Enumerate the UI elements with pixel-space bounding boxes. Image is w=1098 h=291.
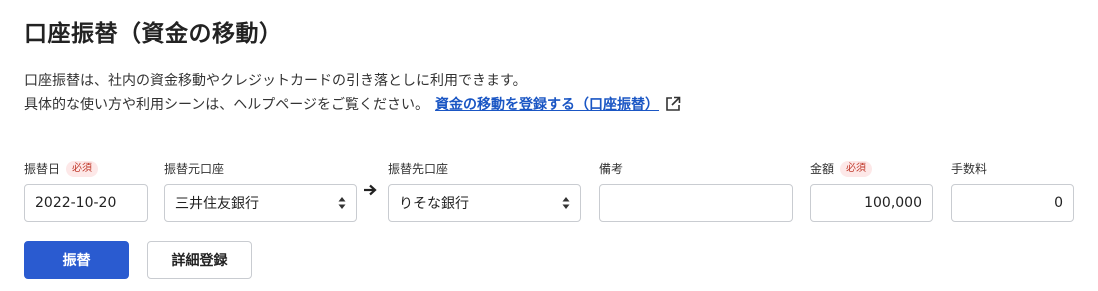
detail-register-button[interactable]: 詳細登録 [147, 241, 252, 279]
date-required-badge: 必須 [66, 160, 99, 177]
date-value: 2022-10-20 [35, 195, 117, 211]
date-label-text: 振替日 [24, 162, 61, 176]
fee-label-text: 手数料 [951, 162, 988, 176]
amount-input[interactable]: 100,000 [810, 184, 933, 222]
amount-label-text: 金額 [810, 162, 835, 176]
description-line-1: 口座振替は、社内の資金移動やクレジットカードの引き落としに利用できます。 [24, 73, 527, 89]
date-input[interactable]: 2022-10-20 [24, 184, 148, 222]
fee-input[interactable]: 0 [951, 184, 1074, 222]
arrow-right-icon [364, 184, 377, 196]
to-account-label: 振替先口座 [388, 160, 448, 177]
fee-value: 0 [1054, 195, 1063, 211]
from-account-select[interactable]: 三井住友銀行 [164, 184, 357, 222]
fee-label: 手数料 [951, 160, 987, 177]
page-title: 口座振替（資金の移動） [24, 21, 283, 47]
date-label: 振替日 必須 [24, 160, 99, 177]
help-link[interactable]: 資金の移動を登録する（口座振替） [435, 97, 659, 113]
select-updown-icon [338, 197, 346, 209]
amount-value: 100,000 [864, 195, 922, 211]
memo-input[interactable] [599, 184, 793, 222]
memo-label: 備考 [599, 160, 623, 177]
to-account-value: りそな銀行 [399, 196, 469, 212]
to-account-label-text: 振替先口座 [388, 162, 449, 176]
from-account-value: 三井住友銀行 [175, 196, 259, 212]
memo-label-text: 備考 [599, 162, 624, 176]
description-text: 具体的な使い方や利用シーンは、ヘルプページをご覧ください。 [24, 97, 430, 113]
external-link-icon[interactable] [665, 96, 681, 112]
transfer-button[interactable]: 振替 [24, 241, 129, 279]
description-line-2: 具体的な使い方や利用シーンは、ヘルプページをご覧ください。 資金の移動を登録する（… [24, 94, 681, 114]
amount-label: 金額 必須 [810, 160, 873, 177]
select-updown-icon [562, 197, 570, 209]
amount-required-badge: 必須 [840, 160, 873, 177]
from-account-label-text: 振替元口座 [164, 162, 225, 176]
to-account-select[interactable]: りそな銀行 [388, 184, 581, 222]
from-account-label: 振替元口座 [164, 160, 224, 177]
